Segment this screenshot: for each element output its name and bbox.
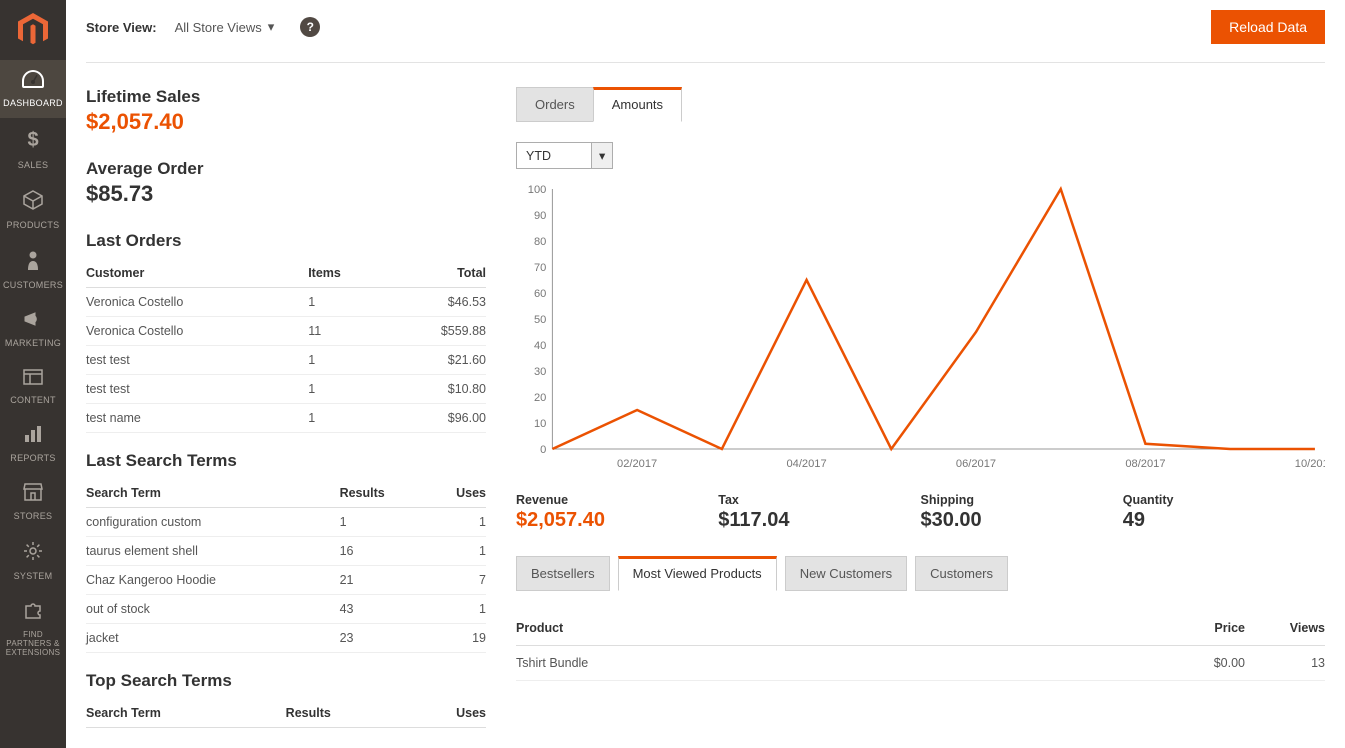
dollar-icon: $: [26, 128, 40, 156]
gear-icon: [23, 541, 43, 567]
sidebar: DASHBOARD $ SALES PRODUCTS CUSTOMERS MAR…: [0, 0, 66, 748]
nav-partners[interactable]: FIND PARTNERS & EXTENSIONS: [0, 591, 66, 667]
period-select[interactable]: YTD ▾: [516, 142, 613, 169]
table-row[interactable]: test test1$21.60: [86, 346, 486, 375]
topbar: Store View: All Store Views ▾ ? Reload D…: [86, 0, 1325, 63]
nav-sales[interactable]: $ SALES: [0, 118, 66, 180]
tab-orders[interactable]: Orders: [516, 87, 594, 122]
nav-label: MARKETING: [5, 338, 61, 348]
tab-amounts[interactable]: Amounts: [593, 87, 682, 122]
reload-data-button[interactable]: Reload Data: [1211, 10, 1325, 44]
svg-text:10/2017: 10/2017: [1295, 458, 1325, 470]
storefront-icon: [23, 483, 43, 507]
tab-most-viewed[interactable]: Most Viewed Products: [618, 556, 777, 591]
product-tabs: Bestsellers Most Viewed Products New Cus…: [516, 556, 1325, 591]
nav-label: PRODUCTS: [7, 220, 60, 230]
svg-text:04/2017: 04/2017: [786, 458, 826, 470]
table-row[interactable]: taurus element shell161: [86, 537, 486, 566]
dashboard-icon: [22, 70, 44, 94]
nav-label: STORES: [14, 511, 53, 521]
table-row[interactable]: out of stock431: [86, 595, 486, 624]
nav-label: CONTENT: [10, 395, 56, 405]
store-view-dropdown[interactable]: All Store Views ▾: [175, 19, 275, 35]
nav-reports[interactable]: REPORTS: [0, 415, 66, 473]
cube-icon: [23, 190, 43, 216]
puzzle-icon: [23, 601, 43, 627]
chart-summary: Revenue $2,057.40 Tax $117.04 Shipping $…: [516, 493, 1325, 532]
svg-text:20: 20: [534, 392, 546, 404]
stat-shipping: Shipping $30.00: [921, 493, 1123, 532]
chart-tabs: Orders Amounts: [516, 87, 1325, 122]
last-search-table: Search Term Results Uses configuration c…: [86, 479, 486, 653]
store-view-label: Store View:: [86, 20, 157, 35]
svg-text:02/2017: 02/2017: [617, 458, 657, 470]
person-icon: [26, 250, 40, 276]
lifetime-sales: Lifetime Sales $2,057.40: [86, 87, 486, 135]
average-order: Average Order $85.73: [86, 159, 486, 207]
nav-label: SYSTEM: [14, 571, 53, 581]
svg-text:06/2017: 06/2017: [956, 458, 996, 470]
svg-text:$: $: [27, 129, 38, 150]
chart: 0 10 20 30 40 50 60 70 80 90 100 02/2017 04/2017 06/2…: [516, 183, 1325, 473]
nav-label: SALES: [18, 160, 49, 170]
nav-label: FIND PARTNERS & EXTENSIONS: [0, 631, 66, 657]
nav-label: DASHBOARD: [3, 98, 63, 108]
caret-down-icon: ▾: [268, 19, 275, 35]
magento-logo[interactable]: [0, 0, 66, 60]
nav-dashboard[interactable]: DASHBOARD: [0, 60, 66, 118]
svg-text:30: 30: [534, 366, 546, 378]
svg-text:08/2017: 08/2017: [1125, 458, 1165, 470]
stat-tax: Tax $117.04: [718, 493, 920, 532]
table-row[interactable]: configuration custom11: [86, 508, 486, 537]
table-row[interactable]: Veronica Costello1$46.53: [86, 288, 486, 317]
megaphone-icon: [23, 310, 43, 334]
top-search-title: Top Search Terms: [86, 671, 486, 691]
table-row[interactable]: test test1$10.80: [86, 375, 486, 404]
table-row[interactable]: test name1$96.00: [86, 404, 486, 433]
nav-products[interactable]: PRODUCTS: [0, 180, 66, 240]
svg-text:90: 90: [534, 210, 546, 222]
nav-label: CUSTOMERS: [3, 280, 63, 290]
table-row[interactable]: Veronica Costello11$559.88: [86, 317, 486, 346]
nav-customers[interactable]: CUSTOMERS: [0, 240, 66, 300]
svg-text:10: 10: [534, 418, 546, 430]
svg-text:50: 50: [534, 314, 546, 326]
tab-new-customers[interactable]: New Customers: [785, 556, 907, 591]
svg-text:100: 100: [528, 184, 547, 196]
nav-label: REPORTS: [10, 453, 55, 463]
table-row[interactable]: Tshirt Bundle$0.0013: [516, 646, 1325, 681]
last-orders-title: Last Orders: [86, 231, 486, 251]
last-search-title: Last Search Terms: [86, 451, 486, 471]
nav-system[interactable]: SYSTEM: [0, 531, 66, 591]
svg-text:60: 60: [534, 288, 546, 300]
nav-marketing[interactable]: MARKETING: [0, 300, 66, 358]
most-viewed-table: Product Price Views Tshirt Bundle$0.0013: [516, 611, 1325, 681]
top-search-table: Search Term Results Uses: [86, 699, 486, 728]
stat-revenue: Revenue $2,057.40: [516, 493, 718, 532]
last-orders-table: Customer Items Total Veronica Costello1$…: [86, 259, 486, 433]
nav-content[interactable]: CONTENT: [0, 358, 66, 415]
bars-icon: [24, 425, 42, 449]
svg-text:80: 80: [534, 236, 546, 248]
layout-icon: [23, 368, 43, 391]
stat-quantity: Quantity 49: [1123, 493, 1325, 532]
table-row[interactable]: Chaz Kangeroo Hoodie217: [86, 566, 486, 595]
caret-down-icon: ▾: [591, 143, 612, 168]
svg-text:40: 40: [534, 340, 546, 352]
tab-customers[interactable]: Customers: [915, 556, 1008, 591]
svg-text:70: 70: [534, 262, 546, 274]
svg-text:0: 0: [540, 444, 546, 456]
table-row[interactable]: jacket2319: [86, 624, 486, 653]
help-icon[interactable]: ?: [300, 17, 320, 37]
nav-stores[interactable]: STORES: [0, 473, 66, 531]
tab-bestsellers[interactable]: Bestsellers: [516, 556, 610, 591]
